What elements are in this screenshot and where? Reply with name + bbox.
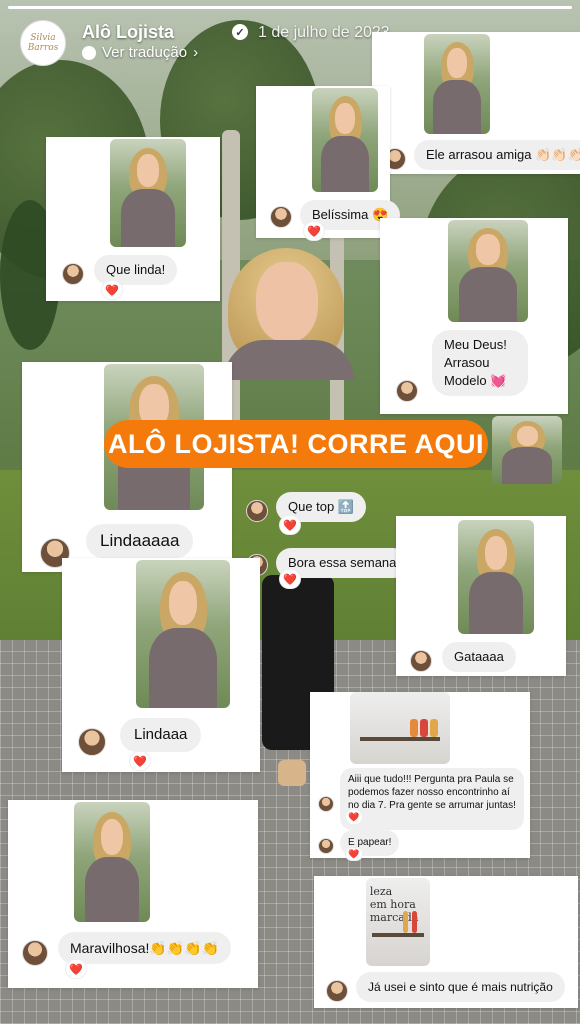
commenter-avatar (318, 796, 334, 812)
story-thumbnail (448, 220, 528, 322)
commenter-avatar (22, 940, 48, 966)
comment-text: Meu Deus! Arrasou Modelo 💓 (432, 330, 528, 396)
story-progress-bar (8, 6, 572, 9)
comment-group: Que top 🔝 ❤️ Bora essa semana (236, 480, 409, 578)
story-thumbnail-card (492, 416, 562, 484)
commenter-avatar (62, 263, 84, 285)
commenter-avatar (78, 728, 106, 756)
comment-card: Gataaaa (396, 516, 566, 676)
speech-bubble-icon (82, 45, 96, 60)
comment-card: Ele arrasou amiga 👏🏻👏🏻👏🏻 (372, 32, 580, 174)
comment-text: Lindaaaaa (86, 524, 194, 558)
story-thumbnail (110, 139, 186, 247)
heart-reaction-icon: ❤️ (66, 960, 86, 978)
heart-reaction-icon: ❤️ (280, 516, 300, 534)
comment-text: Que linda! (94, 255, 178, 285)
commenter-avatar (318, 838, 334, 854)
comment-card: Que linda! ❤️ (46, 137, 220, 301)
comment-text: Já usei e sinto que é mais nutrição (356, 972, 565, 1002)
comment-card: leza em hora marcada Já usei e sinto que… (314, 876, 578, 1008)
heart-reaction-icon: ❤️ (102, 281, 122, 299)
heart-reaction-icon: ❤️ (346, 848, 362, 860)
story-thumbnail (136, 560, 230, 708)
comment-card: Aiii que tudo!!! Pergunta pra Paula se p… (310, 692, 530, 860)
comment-card: Maravilhosa!👏👏👏👏 ❤️ (8, 800, 258, 988)
story-progress-fill (8, 6, 572, 9)
story-thumbnail: leza em hora marcada (366, 878, 430, 966)
account-name[interactable]: Alô Lojista (82, 22, 174, 43)
comment-text: Ele arrasou amiga 👏🏻👏🏻👏🏻 (414, 140, 580, 170)
account-avatar[interactable]: Silvia Barros (20, 20, 66, 66)
comment-card: Belíssima 😍 ❤️ (256, 86, 401, 240)
story-thumbnail (424, 34, 490, 134)
heart-reaction-icon: ❤️ (346, 810, 362, 824)
chevron-right-icon: › (193, 44, 199, 61)
heart-reaction-icon: ❤️ (280, 570, 300, 588)
translate-link[interactable]: Ver tradução › (82, 44, 198, 61)
commenter-avatar (270, 206, 292, 228)
story-thumbnail (458, 520, 534, 634)
comment-text: Gataaaa (442, 642, 516, 672)
story-thumbnail (312, 88, 378, 192)
commenter-avatar (246, 500, 268, 522)
commenter-avatar (326, 980, 348, 1002)
story-thumbnail (74, 802, 150, 922)
heart-reaction-icon: ❤️ (130, 752, 150, 770)
post-date: 1 de julho de 2023 (258, 24, 390, 41)
translate-label: Ver tradução (102, 44, 188, 61)
commenter-avatar (410, 650, 432, 672)
commenter-avatar (396, 380, 418, 402)
story-thumbnail (492, 416, 562, 484)
story-thumbnail (350, 692, 450, 764)
comment-text: Aiii que tudo!!! Pergunta pra Paula se p… (340, 768, 524, 830)
promo-banner: ALÔ LOJISTA! CORRE AQUI (104, 420, 488, 468)
comment-card: Lindaaa ❤️ (62, 558, 260, 772)
comment-text: Maravilhosa!👏👏👏👏 (58, 932, 232, 964)
comment-text: Lindaaa (120, 718, 202, 752)
comment-card: Meu Deus! Arrasou Modelo 💓 (380, 218, 568, 414)
heart-reaction-icon: ❤️ (304, 222, 324, 240)
verified-badge-icon: ✓ (232, 24, 248, 40)
